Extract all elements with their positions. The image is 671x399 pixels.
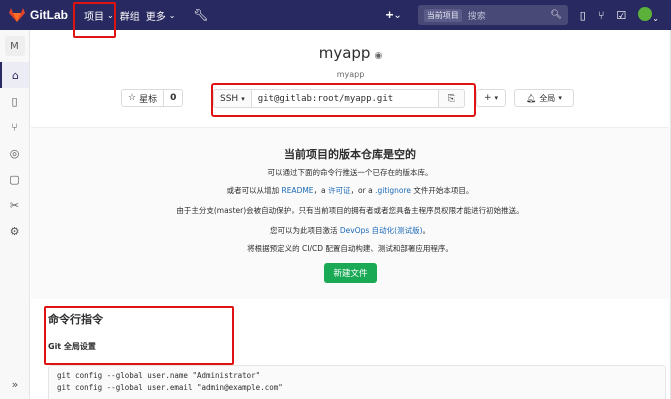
brand-name: GitLab (30, 8, 68, 22)
ci-cd-icon[interactable]: ◎ (0, 140, 29, 166)
projects-label: 项目 (84, 11, 104, 23)
git-global-setup-title: Git 全局设置 (48, 342, 96, 351)
chevron-down-icon: ▾ (558, 94, 562, 102)
chevron-down-icon: ⌄ (168, 10, 176, 20)
clone-url-field[interactable]: git@gitlab:root/myapp.git (251, 89, 439, 108)
star-count[interactable]: 0 (164, 89, 184, 107)
chevron-down-icon: ▾ (241, 94, 245, 103)
empty-repo-line: 可以通过下面的命令行推送一个已存在的版本库。 (267, 168, 433, 177)
clone-url-group: SSH ▾ git@gitlab:root/myapp.git ⎘ (213, 89, 465, 108)
add-dropdown-plus-icon[interactable]: + ▾ (476, 89, 506, 107)
gitlab-home-link[interactable]: GitLab (0, 8, 78, 22)
home-icon[interactable]: ⌂ (0, 62, 29, 88)
text: ，or a (350, 186, 373, 195)
text: 您可以为此项目激活 (269, 226, 338, 235)
new-dropdown-plus-icon[interactable]: ➕︎⌄ (382, 7, 406, 23)
merge-request-icon[interactable]: ⑂ (598, 9, 605, 22)
project-avatar[interactable]: M (4, 36, 25, 56)
search-input[interactable]: 搜索 (468, 9, 545, 22)
text: 或者可以从增加 (226, 186, 280, 195)
auto-devops-link[interactable]: DevOps 自动化(测试版) (340, 226, 423, 235)
admin-area-wrench-icon[interactable]: 🔧︎ (193, 0, 208, 30)
license-link[interactable]: 许可证 (328, 186, 351, 195)
projects-dropdown[interactable]: 项目 ⌄ (84, 0, 114, 30)
star-button[interactable]: ☆ 星标 (121, 89, 165, 107)
search-box[interactable]: 当前项目 搜索 🔍︎ (417, 5, 568, 25)
avatar (638, 6, 653, 21)
groups-link[interactable]: 群组 (120, 0, 140, 30)
text: 。 (422, 226, 431, 235)
visibility-private-icon: ◉ (374, 51, 383, 61)
issues-icon[interactable]: ▯ (580, 9, 586, 22)
code-block: git config --global user.name "Administr… (48, 365, 666, 399)
empty-repo-line: 您可以为此项目激活 DevOps 自动化(测试版)。 (31, 225, 669, 236)
notification-label: 全局 (539, 93, 556, 103)
copy-clipboard-icon[interactable]: ⎘ (439, 89, 465, 108)
readme-link[interactable]: README (281, 186, 313, 195)
bell-icon: 🔔︎ (526, 93, 537, 103)
search-icon: 🔍︎ (550, 10, 562, 20)
project-name: myapp (318, 44, 371, 62)
notification-dropdown[interactable]: 🔔︎ 全局 ▾ (514, 89, 574, 107)
project-path: myapp (336, 70, 365, 79)
issues-icon[interactable]: ▢ (0, 166, 29, 192)
search-scope-badge: 当前项目 (423, 8, 462, 22)
text: ，a (313, 186, 326, 195)
code-line: git config --global user.name "Administr… (57, 371, 261, 380)
new-file-button[interactable]: 新建文件 (324, 263, 377, 283)
gitignore-link[interactable]: .gitignore (375, 186, 411, 195)
top-navbar: GitLab 项目 ⌄ 群组 更多 ⌄ 🔧︎ ➕︎⌄ 当前项目 搜索 🔍︎ ▯ … (0, 0, 671, 38)
star-icon: ☆ (128, 93, 137, 103)
collapse-sidebar-icon[interactable]: » (0, 378, 30, 391)
todos-icon[interactable]: ☑ (616, 9, 626, 22)
project-sidebar: M ⌂ ▯ ⑂ ◎ ▢ ✂ ⚙ » (0, 30, 30, 399)
star-group: ☆ 星标 0 (121, 89, 184, 107)
empty-repo-panel: 当前项目的版本仓库是空的 可以通过下面的命令行推送一个已存在的版本库。 或者可以… (31, 127, 669, 299)
project-title: myapp ◉ (30, 44, 671, 62)
snippets-icon[interactable]: ✂ (0, 192, 29, 218)
empty-repo-line: 将根据预定义的 CI/CD 配置自动构建、测试和部署应用程序。 (247, 244, 453, 253)
empty-repo-line: 由于主分支(master)会被自动保护，只有当前项目的拥有者或者您具备主程序员权… (176, 206, 524, 215)
more-dropdown[interactable]: 更多 ⌄ (146, 0, 176, 30)
empty-repo-title: 当前项目的版本仓库是空的 (284, 148, 416, 161)
repository-icon[interactable]: ▯ (0, 88, 29, 114)
user-avatar-dropdown[interactable]: ⌄ (638, 6, 659, 25)
more-label: 更多 (145, 11, 166, 23)
settings-icon[interactable]: ⚙ (0, 218, 29, 244)
chevron-down-icon: ⌄ (107, 10, 114, 20)
star-label: 星标 (139, 94, 158, 105)
main-content: myapp ◉ myapp ☆ 星标 0 SSH ▾ git@gitlab:roo… (30, 30, 671, 399)
clone-protocol-dropdown[interactable]: SSH ▾ (213, 89, 252, 108)
code-line: git config --global user.email "admin@ex… (57, 383, 283, 392)
groups-label: 群组 (119, 11, 140, 23)
gitlab-logo-icon (9, 8, 25, 22)
cli-instructions-title: 命令行指令 (48, 313, 103, 326)
protocol-label: SSH (220, 93, 239, 104)
empty-repo-line: 或者可以从增加 README，a 许可证，or a .gitignore 文件开… (31, 185, 669, 196)
text: 文件开始本项目。 (413, 186, 474, 195)
merge-request-icon[interactable]: ⑂ (0, 114, 29, 140)
